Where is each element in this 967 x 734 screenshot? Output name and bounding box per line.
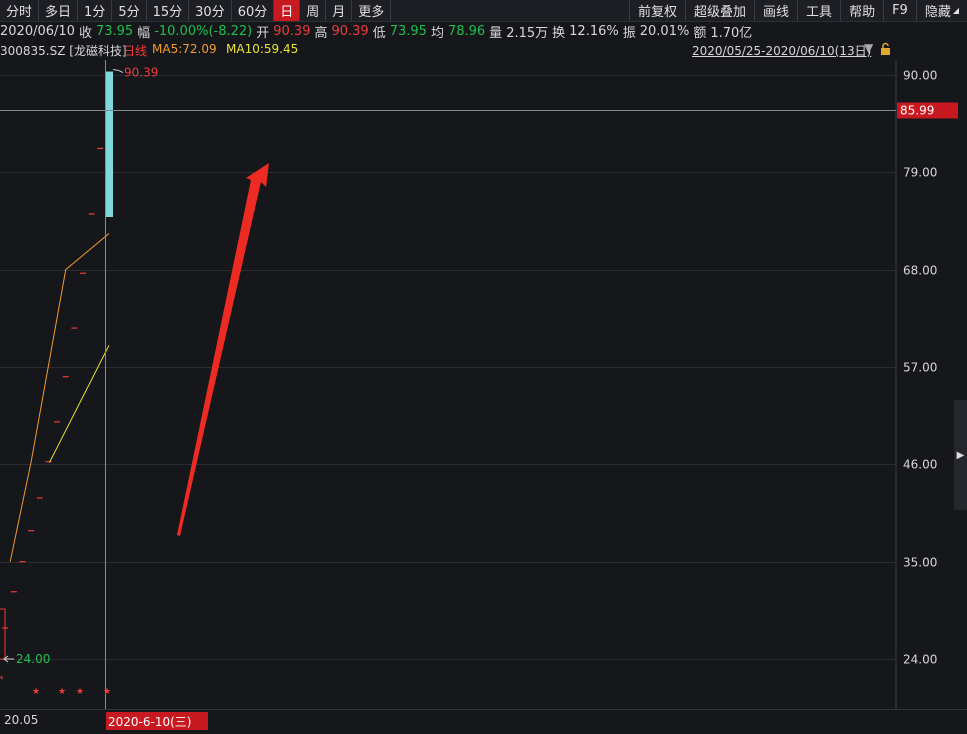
annotation-arrow bbox=[177, 163, 269, 536]
crosshair-price-label: 85.99 bbox=[900, 104, 934, 118]
signal-star-icon: ★ bbox=[32, 687, 40, 697]
ma5-line bbox=[9, 233, 110, 562]
side-panel-toggle[interactable]: ▶ bbox=[954, 400, 967, 510]
ma10-label: MA10:59.45 bbox=[226, 42, 299, 56]
y-tick-label: 90.00 bbox=[903, 69, 937, 83]
date-range[interactable]: 2020/05/25-2020/06/10(13日) bbox=[692, 42, 871, 59]
x-axis-cursor-date: 2020-6-10(三) bbox=[106, 712, 208, 730]
signal-star-icon: ★ bbox=[58, 687, 66, 697]
candle-up bbox=[0, 608, 6, 660]
candle-down bbox=[106, 71, 113, 218]
period-label: 日线 bbox=[123, 44, 148, 58]
signal-star-icon: ★ bbox=[76, 687, 84, 697]
y-tick-label: 68.00 bbox=[903, 264, 937, 278]
low-price-label: 24.00 bbox=[16, 652, 50, 666]
signal-star-icon: ★ bbox=[103, 687, 111, 697]
range-dropdown-icon[interactable]: ▼ bbox=[864, 41, 873, 55]
y-tick-label: 57.00 bbox=[903, 361, 937, 375]
ma5-label: MA5:72.09 bbox=[152, 42, 217, 56]
y-tick-label: 79.00 bbox=[903, 166, 937, 180]
lock-icon[interactable] bbox=[880, 42, 891, 56]
signal-star-icon-partial: * bbox=[0, 675, 4, 685]
y-tick-label: 35.00 bbox=[903, 556, 937, 570]
high-pointer bbox=[112, 69, 124, 73]
stock-code: 300835.SZ [龙磁科技] bbox=[0, 44, 127, 58]
y-tick-label: 46.00 bbox=[903, 458, 937, 472]
y-tick-label: 24.00 bbox=[903, 653, 937, 667]
kline-chart[interactable]: 90.00 79.00 68.00 57.00 46.00 35.00 24.00 85.99… bbox=[0, 0, 967, 733]
ma10-line bbox=[49, 345, 110, 463]
expand-arrow-icon: ▶ bbox=[956, 449, 965, 461]
high-price-label: 90.39 bbox=[124, 66, 158, 80]
x-axis-left-label: 20.05 bbox=[4, 713, 39, 727]
x-axis: 20.05 2020-6-10(三) bbox=[0, 709, 967, 734]
